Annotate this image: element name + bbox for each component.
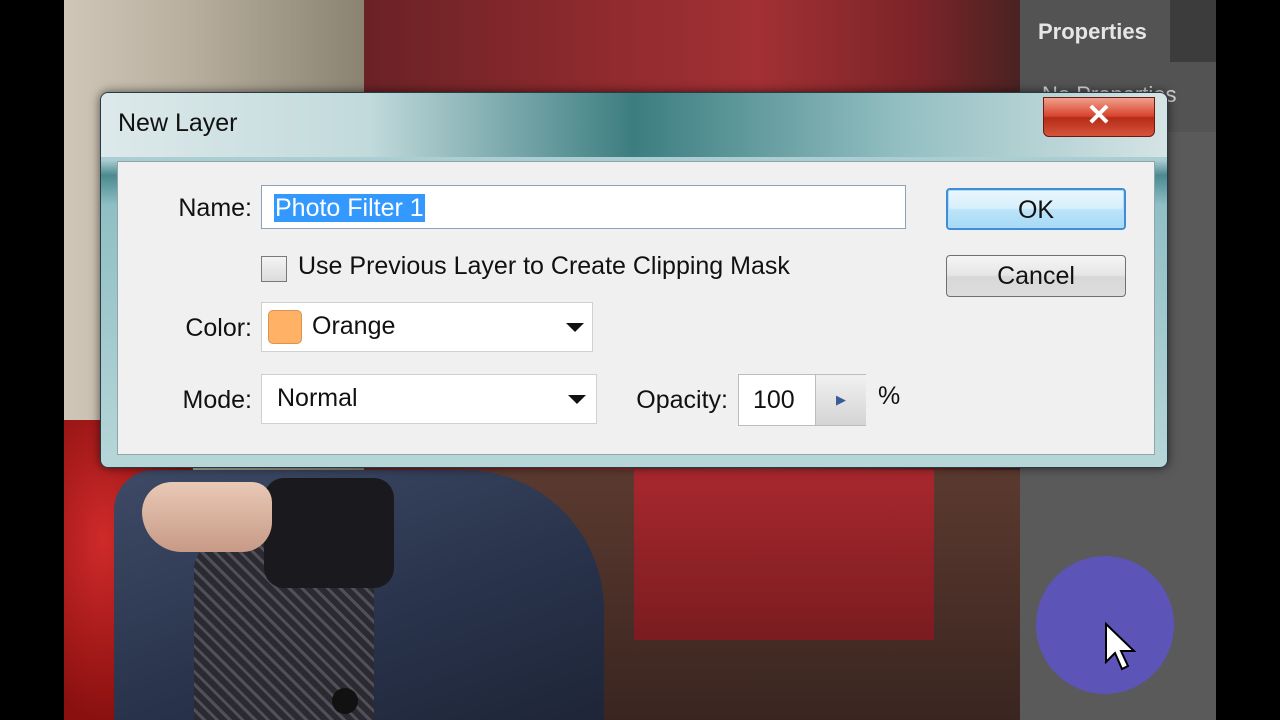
color-select-value: Orange <box>312 312 396 340</box>
name-input[interactable]: Photo Filter 1 <box>261 185 906 229</box>
opacity-unit: % <box>878 382 901 410</box>
mouse-pointer-icon <box>1105 622 1137 671</box>
mode-select[interactable]: Normal <box>261 374 597 424</box>
photo-sleeve <box>264 478 394 588</box>
clipping-mask-label[interactable]: Use Previous Layer to Create Clipping Ma… <box>298 252 790 281</box>
color-select[interactable]: Orange <box>261 302 593 352</box>
letterbox-left <box>0 0 64 720</box>
photo-coat-button <box>332 688 358 714</box>
dialog-title: New Layer <box>118 109 238 137</box>
opacity-label: Opacity: <box>636 386 728 414</box>
mode-label: Mode: <box>182 386 252 414</box>
dialog-titlebar: New Layer ✕ <box>101 93 1167 157</box>
opacity-input[interactable]: 100 ▶ <box>738 374 866 426</box>
opacity-stepper[interactable]: ▶ <box>815 375 866 425</box>
mode-select-value: Normal <box>277 384 358 412</box>
letterbox-right <box>1216 0 1280 720</box>
chevron-down-icon <box>566 323 584 332</box>
photo-hand <box>142 482 272 552</box>
tab-properties[interactable]: Properties <box>1020 0 1170 62</box>
ok-button[interactable]: OK <box>946 188 1126 230</box>
color-swatch <box>268 310 302 344</box>
chevron-down-icon <box>568 395 586 404</box>
cancel-button[interactable]: Cancel <box>946 255 1126 297</box>
photo-red-panel <box>634 470 934 640</box>
new-layer-dialog: New Layer ✕ Name: Photo Filter 1 Use Pre… <box>100 92 1168 468</box>
close-icon: ✕ <box>1086 99 1112 132</box>
name-input-value: Photo Filter 1 <box>274 194 425 222</box>
dialog-content: Name: Photo Filter 1 Use Previous Layer … <box>117 161 1155 455</box>
close-button[interactable]: ✕ <box>1043 97 1155 137</box>
name-label: Name: <box>178 194 252 222</box>
color-label: Color: <box>185 314 252 342</box>
opacity-value: 100 <box>753 386 795 414</box>
clipping-mask-checkbox[interactable] <box>261 256 287 282</box>
